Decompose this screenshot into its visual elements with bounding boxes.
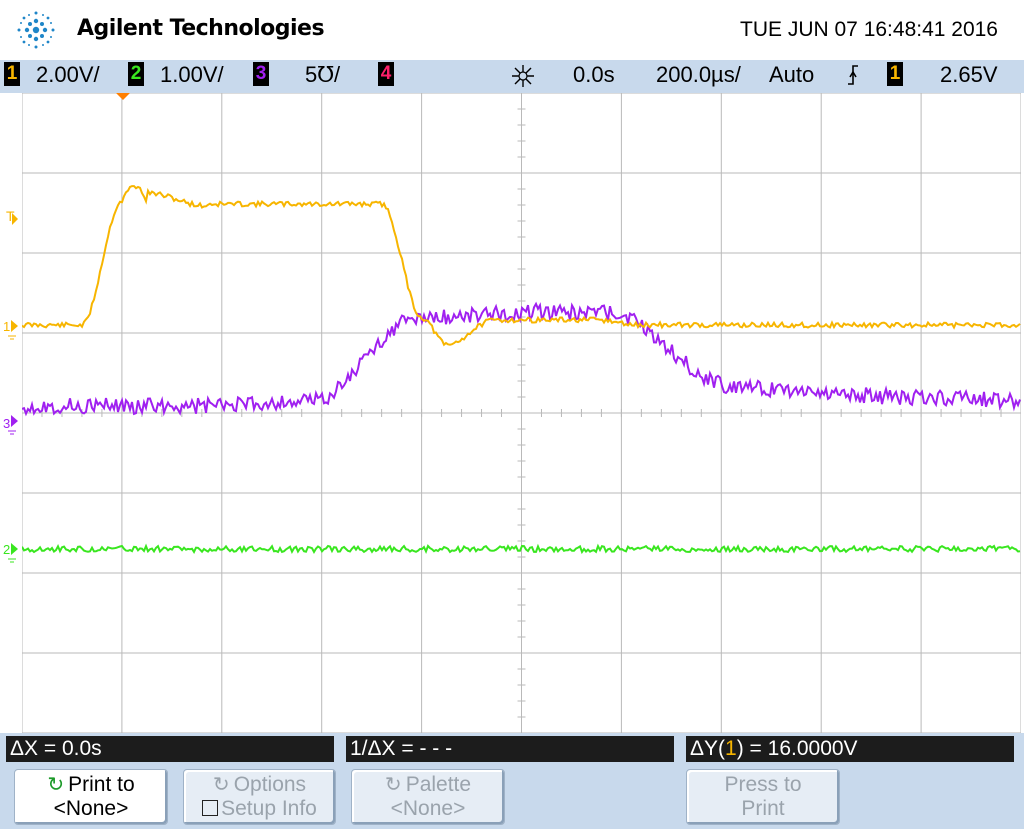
ch4-badge: 4	[378, 62, 394, 86]
print-to-softkey[interactable]: ↻ Print to <None>	[14, 769, 168, 825]
trigger-slope-icon	[846, 64, 860, 92]
trigger-source[interactable]: 1	[887, 62, 909, 88]
graticule	[21, 92, 1022, 734]
trigger-source-badge: 1	[887, 62, 903, 86]
delta-y-value: ) = 16.0000V	[736, 737, 858, 760]
delta-y-prefix: ΔY(	[690, 737, 726, 760]
ch1-scale: 2.00V/	[36, 62, 100, 87]
agilent-spark-logo-icon	[17, 11, 55, 49]
ch3-ground-marker[interactable]: 3	[3, 416, 10, 431]
delta-y-channel: 1	[725, 737, 737, 760]
softkey-label: Options	[233, 773, 307, 796]
trigger-mode[interactable]: Auto	[769, 62, 814, 88]
trigger-position-marker-icon	[116, 93, 130, 100]
ch4-group[interactable]: 4	[378, 62, 400, 88]
softkey-label: Press to	[724, 773, 802, 796]
ch2-scale-group[interactable]: 2 1.00V/	[128, 62, 224, 88]
ch1-ground-marker[interactable]: 1	[3, 319, 10, 334]
softkey-value: <None>	[53, 797, 129, 820]
ch1-badge: 1	[4, 62, 20, 86]
softkey-label: Print to	[68, 773, 135, 796]
inverse-delta-x-readout: 1/ΔX = - - -	[346, 736, 674, 762]
softkey-value: Setup Info	[221, 797, 317, 820]
softkey-label: Palette	[405, 773, 472, 796]
options-softkey[interactable]: ↻ Options Setup Info	[183, 769, 336, 825]
ch1-scale-group[interactable]: 1 2.00V/	[4, 62, 100, 88]
marker-margin: T 1 3 2	[0, 93, 22, 733]
time-reference-icon	[510, 63, 536, 95]
setup-info-checkbox[interactable]	[202, 800, 219, 816]
time-delay[interactable]: 0.0s	[573, 62, 615, 88]
ch3-scale-group[interactable]: 3 5℧/	[253, 62, 340, 88]
ch2-scale: 1.00V/	[160, 62, 224, 87]
press-to-print-softkey[interactable]: Press to Print	[686, 769, 840, 825]
ch3-badge: 3	[253, 62, 269, 86]
trigger-level[interactable]: 2.65V	[940, 62, 998, 88]
time-scale[interactable]: 200.0µs/	[656, 62, 741, 88]
softkey-value: Print	[741, 797, 785, 820]
palette-softkey[interactable]: ↻ Palette <None>	[351, 769, 505, 825]
brand-name: Agilent Technologies	[77, 16, 325, 41]
refresh-icon: ↻	[384, 774, 402, 796]
refresh-icon: ↻	[47, 774, 65, 796]
refresh-icon: ↻	[212, 774, 230, 796]
waveform-display[interactable]	[21, 92, 1022, 734]
date-time: TUE JUN 07 16:48:41 2016	[740, 18, 998, 41]
ch2-badge: 2	[128, 62, 144, 86]
ch2-ground-marker[interactable]: 2	[3, 542, 10, 557]
ch3-scale: 5℧/	[305, 62, 341, 87]
waveform-canvas	[21, 92, 1022, 734]
delta-x-readout: ΔX = 0.0s	[6, 736, 334, 762]
status-bar: 1 2.00V/ 2 1.00V/ 3 5℧/ 4 0.0s 200.0µs/ Aut…	[0, 60, 1024, 93]
delta-y-readout: ΔY(1) = 16.0000V	[686, 736, 1014, 762]
softkey-value: <None>	[390, 797, 466, 820]
header: Agilent Technologies TUE JUN 07 16:48:41…	[0, 0, 1024, 60]
